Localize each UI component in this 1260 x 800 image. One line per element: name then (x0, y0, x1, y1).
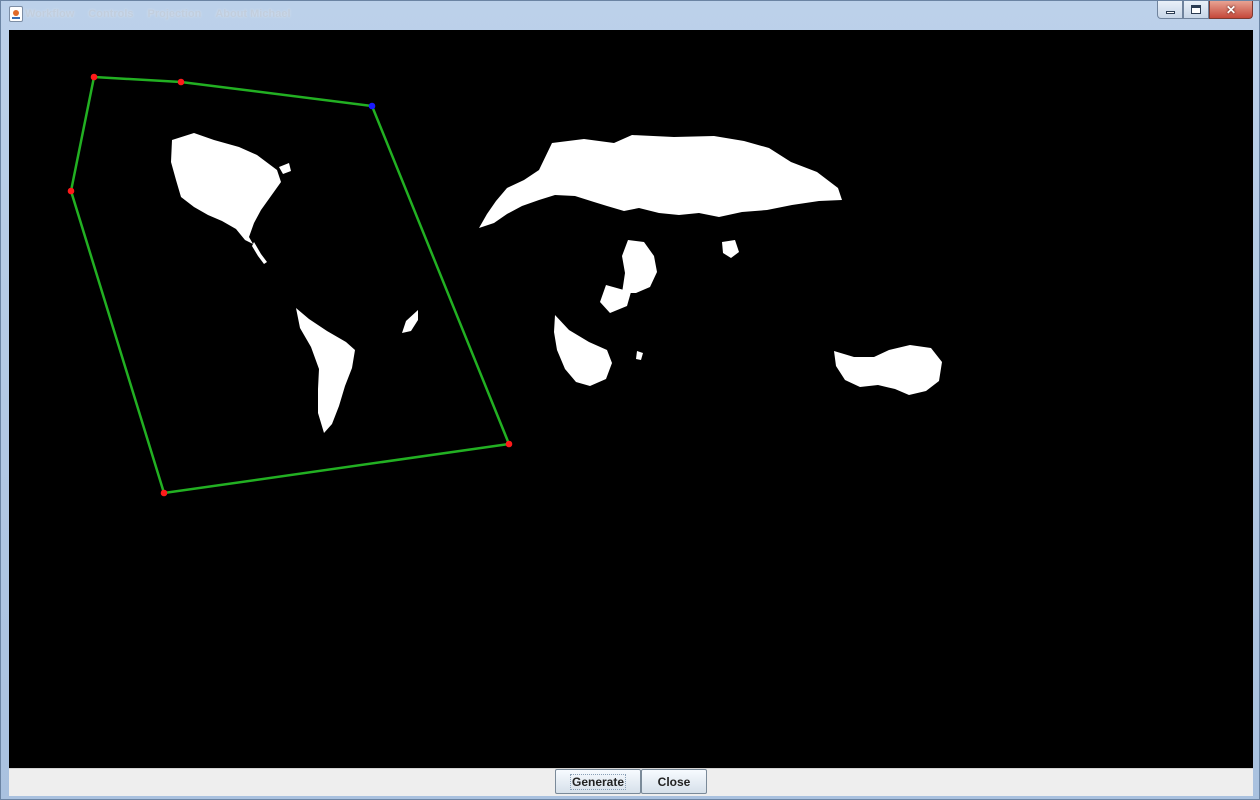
button-bar: Generate Close (9, 768, 1253, 796)
app-window: Workflow Controls Projection About Micha… (0, 0, 1260, 800)
close-button-label: Close (657, 774, 691, 789)
maximize-icon (1191, 5, 1201, 14)
menu-bar: Workflow Controls Projection About Micha… (25, 6, 291, 22)
vertex-marker[interactable] (505, 440, 513, 448)
window-controls: ✕ (1157, 1, 1253, 19)
vertex-marker[interactable] (160, 489, 168, 497)
menu-projection[interactable]: Projection (148, 6, 202, 22)
vertex-marker[interactable] (67, 187, 75, 195)
close-button[interactable]: Close (641, 769, 707, 794)
close-window-button[interactable]: ✕ (1209, 1, 1253, 19)
menu-about[interactable]: About Michael (215, 6, 290, 22)
maximize-button[interactable] (1183, 1, 1209, 19)
generate-button[interactable]: Generate (555, 769, 641, 794)
map-svg (9, 30, 1253, 768)
menu-controls[interactable]: Controls (88, 6, 133, 22)
map-canvas[interactable] (9, 30, 1253, 768)
minimize-button[interactable] (1157, 1, 1183, 19)
selected-vertex-marker[interactable] (368, 102, 376, 110)
menu-workflow[interactable]: Workflow (25, 6, 74, 22)
java-app-icon[interactable] (9, 6, 23, 22)
vertex-marker[interactable] (177, 78, 185, 86)
minimize-icon (1166, 11, 1175, 14)
close-icon: ✕ (1225, 3, 1237, 17)
vertex-marker[interactable] (90, 73, 98, 81)
generate-button-label: Generate (569, 773, 627, 790)
title-bar[interactable]: Workflow Controls Projection About Micha… (1, 1, 1259, 27)
